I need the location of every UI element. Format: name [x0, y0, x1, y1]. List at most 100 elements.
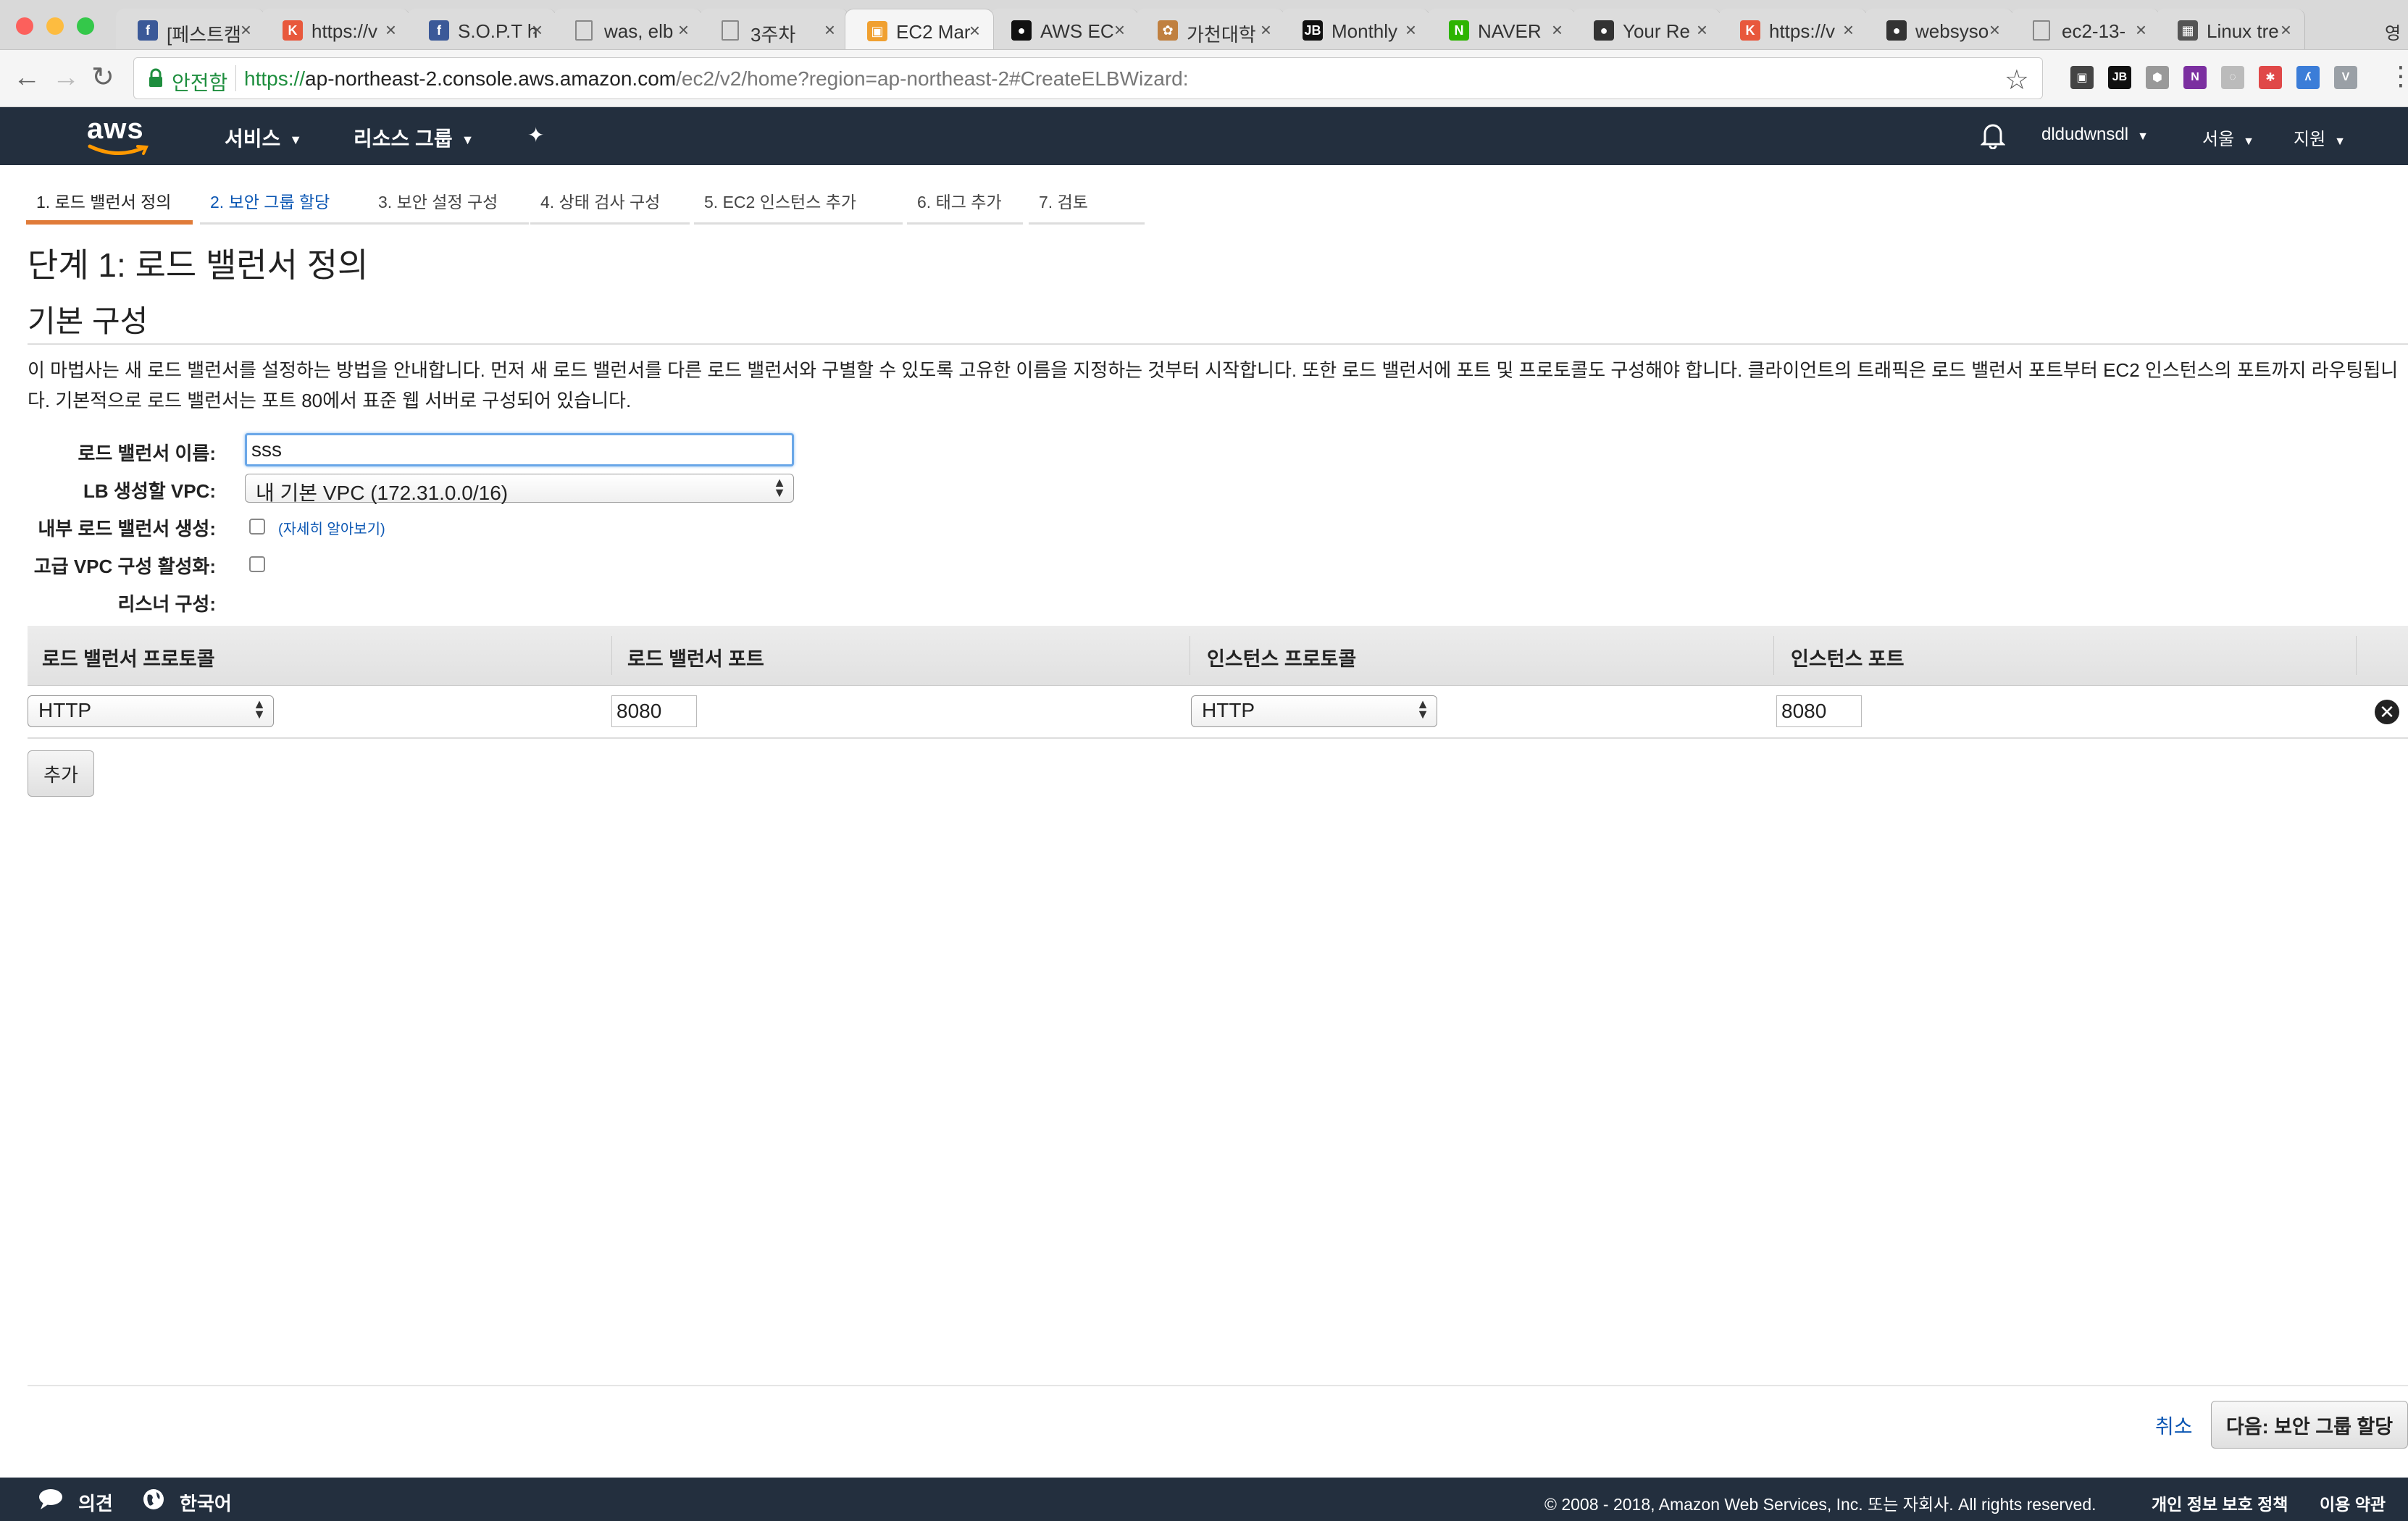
close-tab-icon[interactable]: × — [824, 19, 835, 41]
lb-name-label: 로드 밸런서 이름: — [78, 443, 216, 464]
flower-icon: ✿ — [1158, 20, 1178, 41]
asterisk-extension-icon[interactable]: ✱ — [2259, 66, 2282, 89]
close-tab-icon[interactable]: × — [1261, 19, 1271, 41]
resource-groups-label: 리소스 그룹 — [354, 127, 453, 150]
close-tab-icon[interactable]: × — [1405, 19, 1416, 41]
close-tab-icon[interactable]: × — [532, 19, 543, 41]
add-listener-button[interactable]: 추가 — [28, 750, 94, 797]
tab-9[interactable]: JB Monthly × — [1281, 9, 1430, 49]
column-header-instance-port: 인스턴스 포트 — [1791, 648, 1905, 670]
close-tab-icon[interactable]: × — [385, 19, 396, 41]
instance-port-input[interactable] — [1776, 695, 1862, 727]
address-bar[interactable]: 안전함 https://ap-northeast-2.console.aws.a… — [133, 57, 2043, 99]
wizard-step-security-groups[interactable]: 2. 보안 그룹 할당 — [200, 187, 372, 225]
resource-groups-menu[interactable]: 리소스 그룹 ▼ — [354, 123, 474, 152]
close-tab-icon[interactable]: × — [1989, 19, 2000, 41]
lb-port-input[interactable] — [611, 695, 697, 727]
back-button[interactable]: ← — [13, 63, 41, 92]
wizard-step-define-lb[interactable]: 1. 로드 밸런서 정의 — [26, 187, 193, 225]
tab-4[interactable]: was, elb × — [553, 9, 703, 49]
close-tab-icon[interactable]: × — [1843, 19, 1854, 41]
wizard-step-label: 2. 보안 그룹 할당 — [210, 193, 330, 211]
close-window-button[interactable] — [16, 17, 33, 35]
close-tab-icon[interactable]: × — [241, 19, 251, 41]
tab-6[interactable]: ▣ EC2 Mar × — [845, 9, 994, 49]
forward-button[interactable]: → — [52, 63, 80, 92]
close-tab-icon[interactable]: × — [2281, 19, 2291, 41]
advanced-vpc-label: 고급 VPC 구성 활성화: — [33, 556, 216, 577]
tab-1[interactable]: f [페스트캠 × — [116, 9, 265, 49]
advanced-vpc-checkbox[interactable] — [249, 556, 265, 572]
chevron-down-icon: ▼ — [289, 133, 303, 148]
tab-14[interactable]: ec2-13- × — [2011, 9, 2160, 49]
aws-smile-icon — [88, 144, 149, 156]
url-text: https://ap-northeast-2.console.aws.amazo… — [244, 67, 1189, 91]
tab-3[interactable]: f S.O.P.T h × — [407, 9, 556, 49]
next-security-groups-button[interactable]: 다음: 보안 그룹 할당 — [2211, 1401, 2408, 1449]
tab-label: websyso — [1915, 20, 1989, 42]
privacy-link[interactable]: 개인 정보 보호 정책 — [2152, 1491, 2288, 1515]
bookmark-star-icon[interactable]: ☆ — [2004, 64, 2029, 96]
account-menu[interactable]: dldudwnsdl ▼ — [2041, 125, 2149, 145]
maximize-window-button[interactable] — [77, 17, 94, 35]
wizard-step-label: 6. 태그 추가 — [917, 193, 1002, 211]
tab-5[interactable]: 3주차 × — [700, 9, 849, 49]
aws-box-icon: ▣ — [867, 21, 887, 41]
cancel-link[interactable]: 취소 — [2155, 1411, 2193, 1440]
instance-protocol-select[interactable]: HTTP ▲ ▼ — [1191, 695, 1437, 727]
feedback-link[interactable]: 의견 — [78, 1489, 113, 1516]
lb-name-input[interactable] — [245, 433, 794, 466]
select-arrows-icon: ▲ ▼ — [1416, 697, 1429, 721]
close-tab-icon[interactable]: × — [678, 19, 689, 41]
tab-10[interactable]: N NAVER × — [1427, 9, 1576, 49]
tab-label: https://v — [1769, 20, 1836, 42]
tab-7[interactable]: ● AWS EC × — [990, 9, 1139, 49]
secure-label: 안전함 — [172, 72, 228, 94]
tab-15[interactable]: ▦ Linux tre × — [2156, 9, 2305, 49]
pin-icon[interactable]: ✦ — [527, 123, 544, 147]
naver-n-icon: N — [1449, 20, 1469, 41]
reload-button[interactable]: ↻ — [91, 63, 114, 92]
onenote-extension-icon[interactable]: N — [2183, 66, 2207, 89]
lb-protocol-select[interactable]: HTTP ▲ ▼ — [28, 695, 274, 727]
document-icon — [722, 20, 739, 41]
tab-label: 가천대학 — [1187, 24, 1256, 46]
remove-listener-icon[interactable]: ✕ — [2375, 700, 2399, 724]
browser-menu-icon[interactable]: ⋮ — [2388, 63, 2408, 89]
vue-extension-icon[interactable]: V — [2334, 66, 2357, 89]
internal-lb-checkbox[interactable] — [249, 519, 265, 535]
close-tab-icon[interactable]: × — [969, 20, 980, 42]
bell-icon[interactable] — [1981, 122, 2005, 149]
tab-13[interactable]: ● websyso × — [1865, 9, 2014, 49]
language-selector[interactable]: 한국어 — [180, 1489, 232, 1516]
ghost-extension-icon[interactable]: ◌ — [2221, 66, 2244, 89]
tab-label: [페스트캠 — [167, 24, 241, 46]
lambda-extension-icon[interactable]: ʎ — [2296, 66, 2320, 89]
minimize-window-button[interactable] — [46, 17, 64, 35]
aws-logo[interactable]: aws — [87, 113, 152, 159]
tab-11[interactable]: ● Your Re × — [1572, 9, 1721, 49]
wizard-step-label: 5. EC2 인스턴스 추가 — [704, 193, 857, 211]
services-menu[interactable]: 서비스 ▼ — [225, 123, 302, 152]
listener-table-header: 로드 밸런서 프로토콜 로드 밸런서 포트 인스턴스 프로토콜 인스턴스 포트 — [28, 626, 2408, 686]
support-menu[interactable]: 지원 ▼ — [2294, 125, 2346, 150]
close-tab-icon[interactable]: × — [1114, 19, 1125, 41]
tab-2[interactable]: Khttps://v × — [261, 9, 410, 49]
tab-8[interactable]: ✿ 가천대학 × — [1136, 9, 1285, 49]
vpc-select[interactable]: 내 기본 VPC (172.31.0.0/16) ▲ ▼ — [245, 474, 794, 504]
aws-logo-text: aws — [87, 113, 144, 145]
terms-link[interactable]: 이용 약관 — [2320, 1491, 2386, 1515]
jb-extension-icon[interactable]: JB — [2108, 66, 2131, 89]
learn-more-link[interactable]: (자세히 알아보기) — [278, 517, 385, 538]
speech-bubble-icon — [39, 1489, 62, 1509]
puzzle-extension-icon[interactable]: ▣ — [2070, 66, 2094, 89]
close-tab-icon[interactable]: × — [1697, 19, 1707, 41]
tab-label: ec2-13- — [2062, 20, 2126, 42]
tab-label: was, elb — [604, 20, 674, 42]
tab-12[interactable]: Khttps://v × — [1718, 9, 1868, 49]
aws-console-header: aws 서비스 ▼ 리소스 그룹 ▼ ✦ dldudwnsdl ▼ 서울 ▼ 지원 ▼ — [0, 107, 2408, 165]
cube-extension-icon[interactable]: ⬢ — [2146, 66, 2169, 89]
region-menu[interactable]: 서울 ▼ — [2202, 125, 2254, 150]
close-tab-icon[interactable]: × — [1552, 19, 1563, 41]
close-tab-icon[interactable]: × — [2136, 19, 2146, 41]
